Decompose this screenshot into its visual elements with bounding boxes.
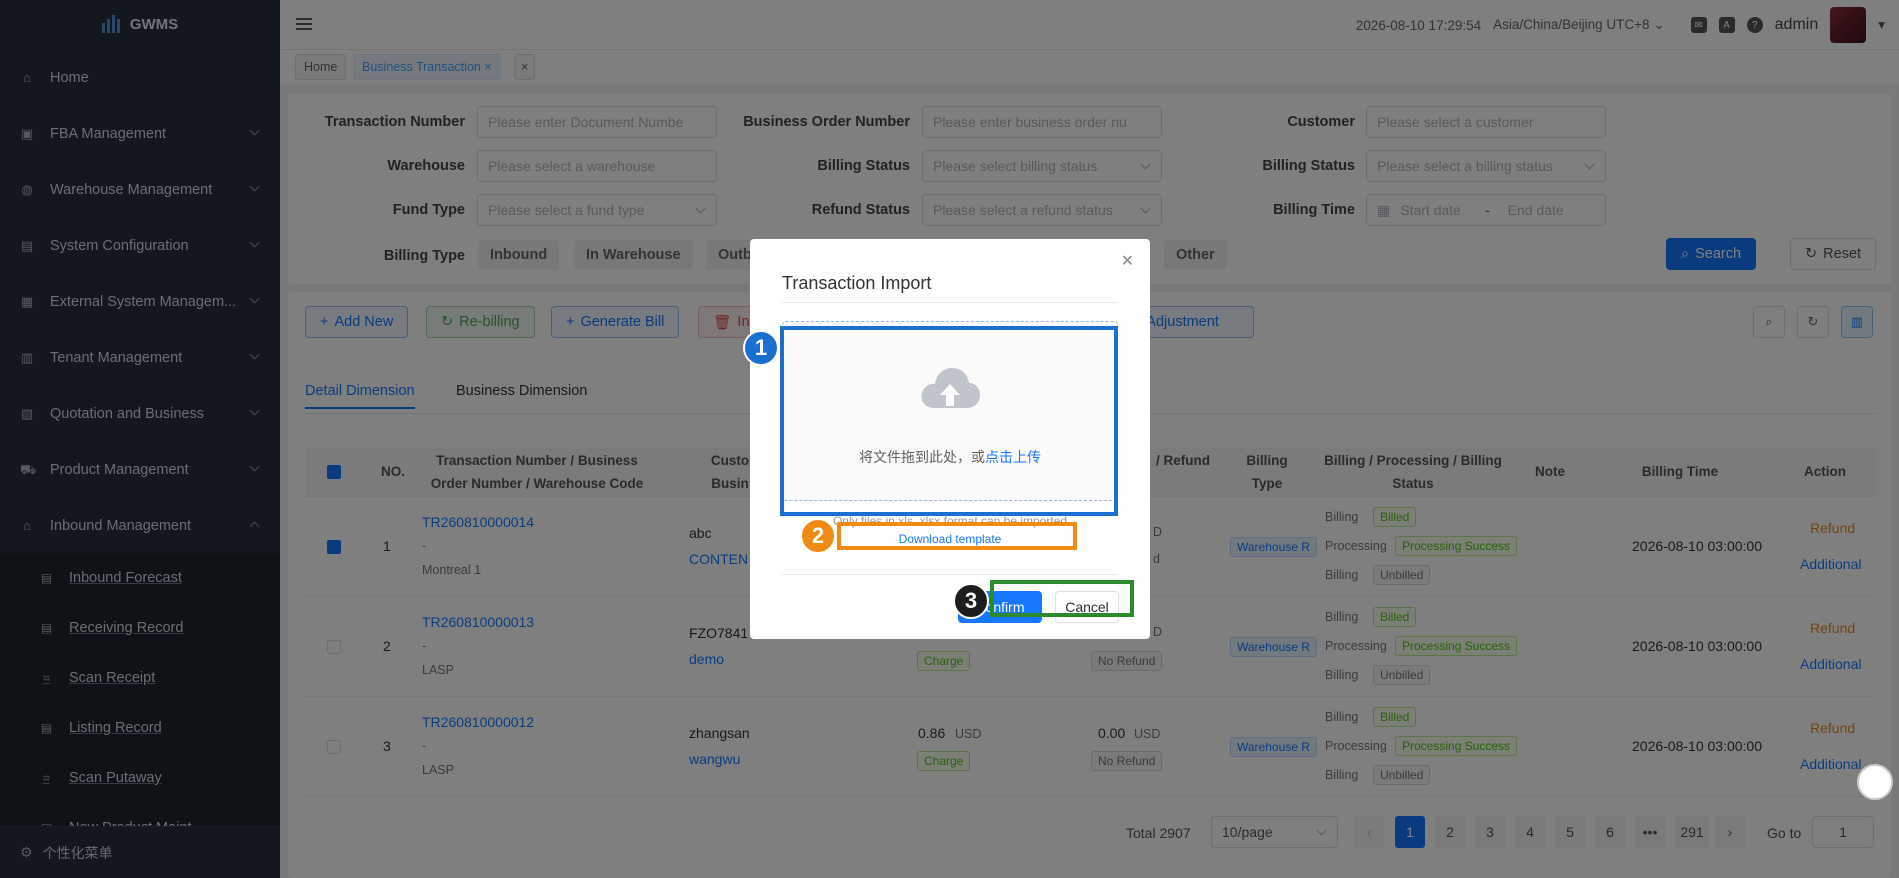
upload-cloud-icon	[921, 368, 980, 408]
upload-dropzone[interactable]: 将文件拖到此处，或点击上传	[782, 321, 1118, 501]
dialog-title: Transaction Import	[782, 273, 932, 293]
footer-divider	[782, 574, 1118, 575]
annotation-number-2: 2	[800, 518, 836, 554]
cancel-button[interactable]: Cancel	[1055, 591, 1119, 623]
title-divider	[782, 302, 1118, 303]
annotation-number-3: 3	[953, 583, 989, 619]
upload-instruction: 将文件拖到此处，或点击上传	[783, 447, 1117, 467]
assistant-avatar-icon[interactable]	[1857, 764, 1893, 800]
annotation-number-1: 1	[743, 330, 779, 366]
close-icon[interactable]: ✕	[1121, 251, 1134, 271]
drop-text: 将文件拖到此处，或	[859, 449, 985, 465]
transaction-import-dialog: Transaction Import ✕ 将文件拖到此处，或点击上传 Only …	[750, 239, 1150, 639]
click-upload-link[interactable]: 点击上传	[985, 449, 1041, 465]
